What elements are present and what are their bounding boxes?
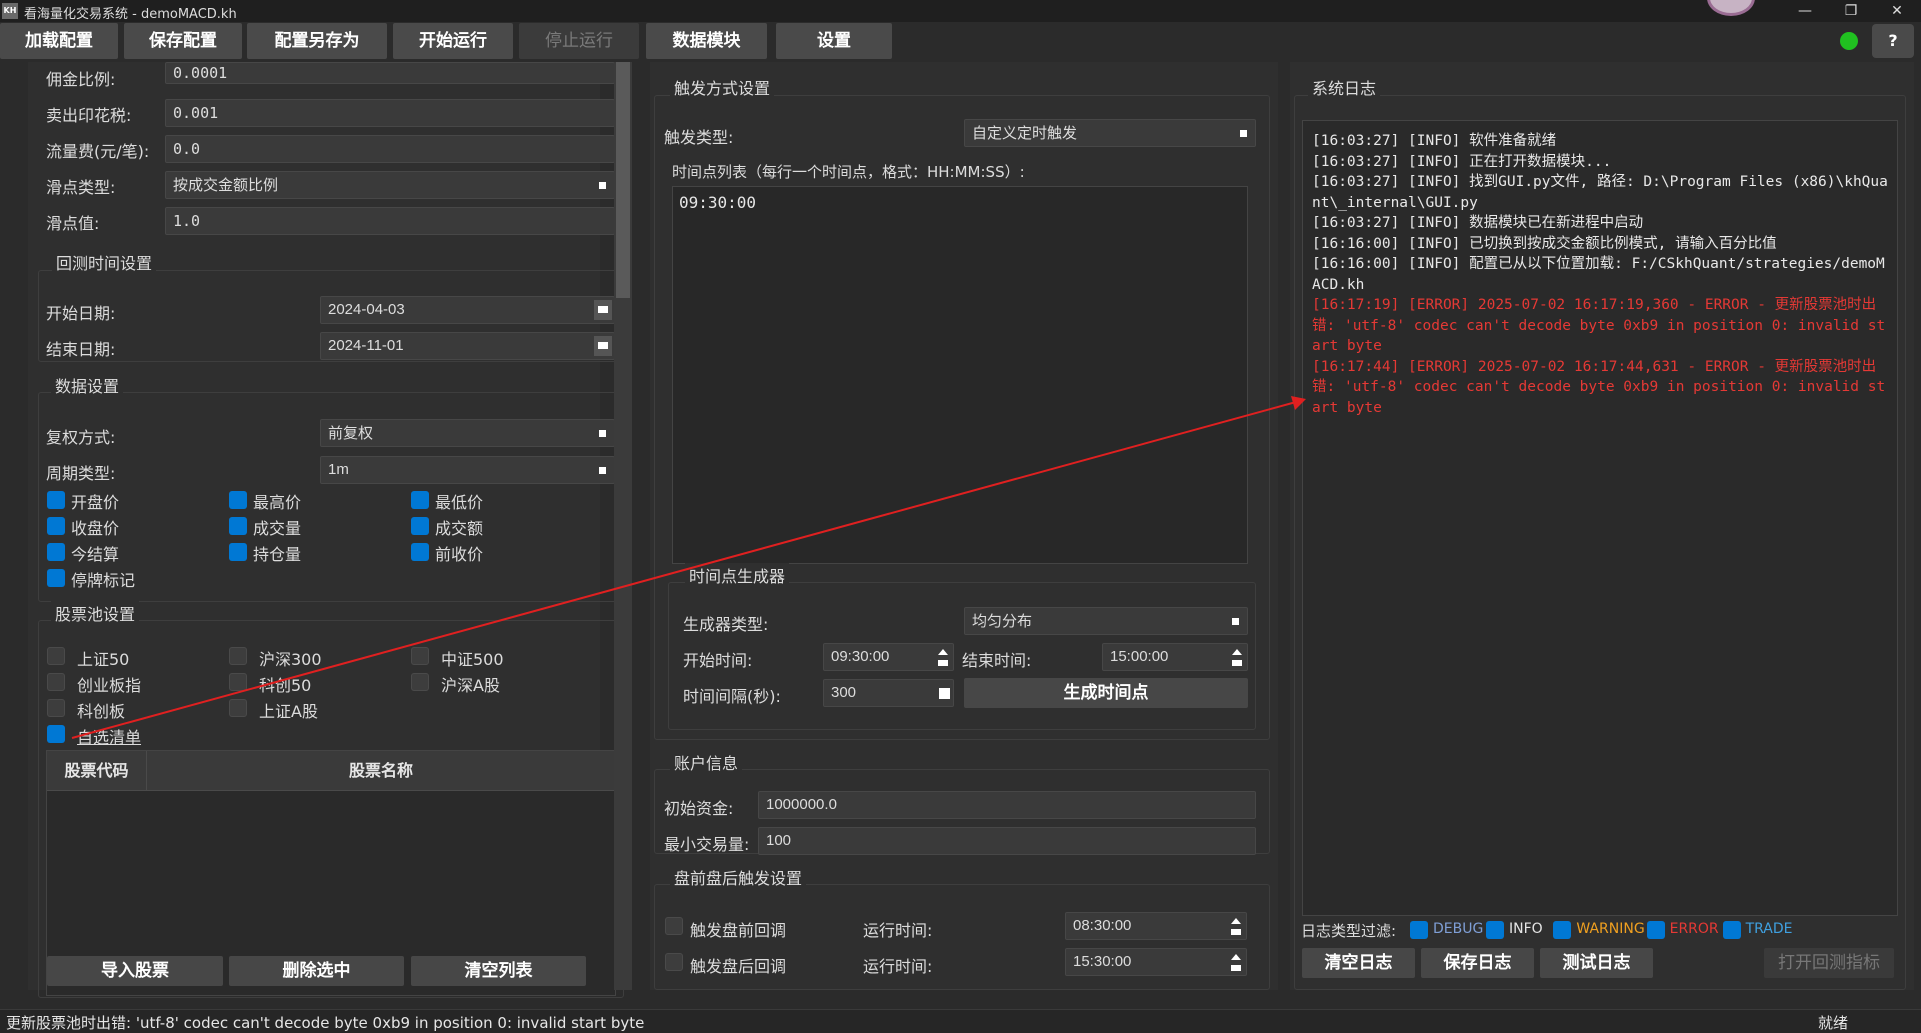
status-bar: 更新股票池时出错: 'utf-8' codec can't decode byt… xyxy=(0,1009,1921,1033)
status-message: 更新股票池时出错: 'utf-8' codec can't decode byt… xyxy=(6,1014,645,1032)
status-state: 就绪 xyxy=(1818,1014,1849,1032)
annotation-arrow xyxy=(71,396,1306,739)
